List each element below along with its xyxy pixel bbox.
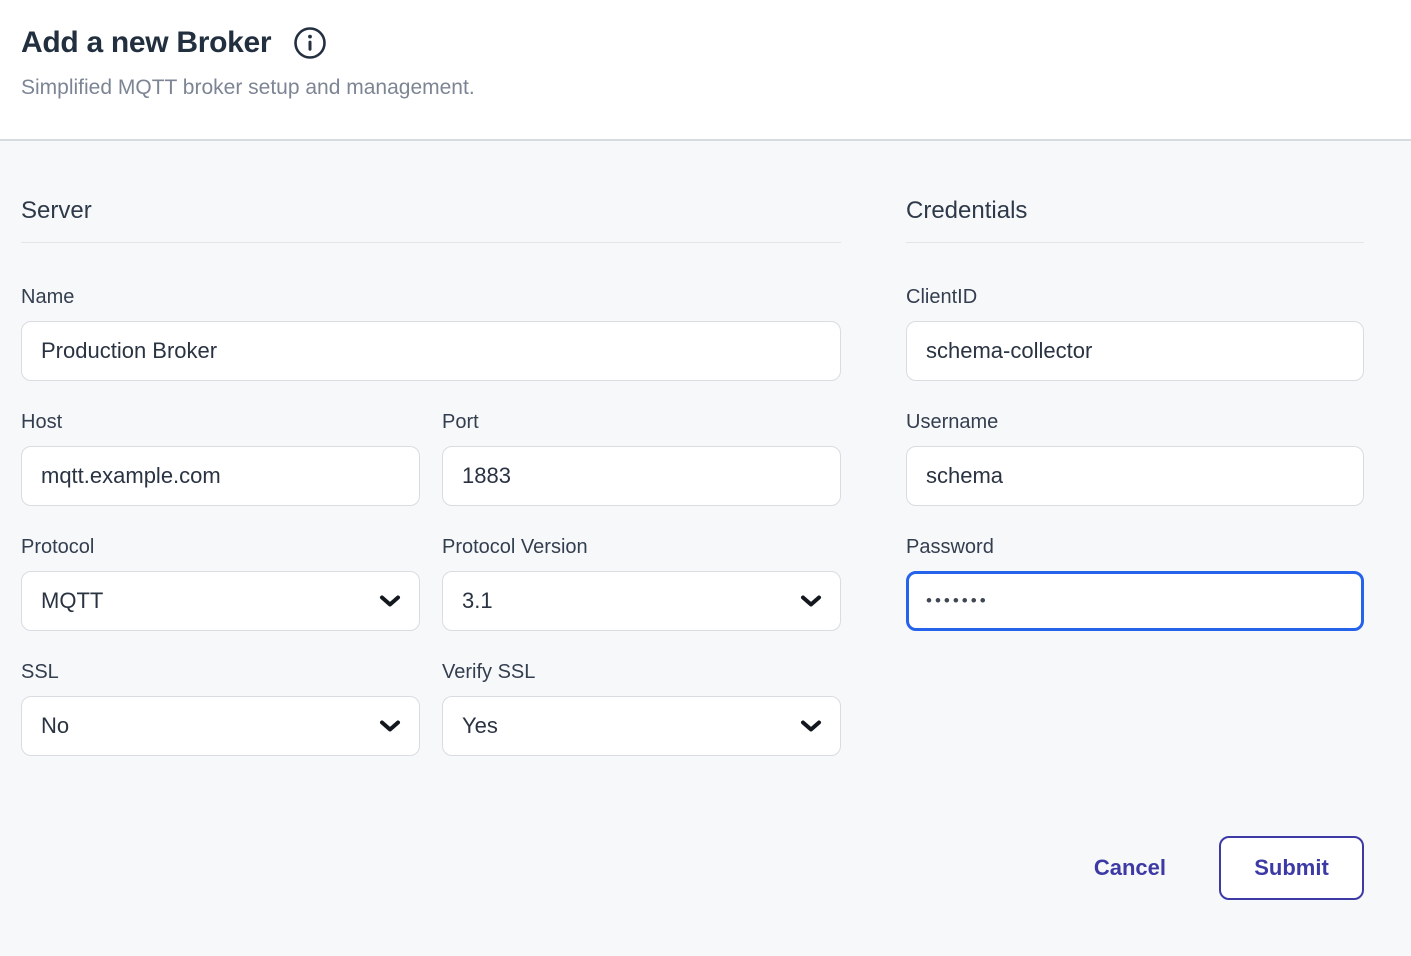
chevron-down-icon: [800, 594, 822, 608]
verify-ssl-select[interactable]: Yes: [442, 696, 841, 756]
protocol-version-select[interactable]: 3.1: [442, 571, 841, 631]
form-actions: Cancel Submit: [906, 836, 1364, 956]
protocol-version-field-group: Protocol Version 3.1: [442, 535, 841, 631]
credentials-section-heading: Credentials: [906, 197, 1364, 226]
password-label: Password: [906, 535, 1364, 559]
name-label: Name: [21, 285, 841, 309]
client-id-field-group: ClientID: [906, 285, 1364, 381]
verify-ssl-label: Verify SSL: [442, 660, 841, 684]
protocol-selected-value: MQTT: [41, 588, 103, 614]
username-label: Username: [906, 410, 1364, 434]
port-label: Port: [442, 410, 841, 434]
info-circle-icon[interactable]: [293, 26, 327, 60]
credentials-section: Credentials ClientID Username Password C…: [906, 197, 1364, 956]
server-section-divider: [21, 242, 841, 243]
protocol-select[interactable]: MQTT: [21, 571, 420, 631]
ssl-select[interactable]: No: [21, 696, 420, 756]
host-label: Host: [21, 410, 420, 434]
page-subtitle: Simplified MQTT broker setup and managem…: [21, 76, 1390, 100]
name-input[interactable]: [21, 321, 841, 381]
username-field-group: Username: [906, 410, 1364, 506]
protocol-version-label: Protocol Version: [442, 535, 841, 559]
server-section-heading: Server: [21, 197, 841, 226]
ssl-selected-value: No: [41, 713, 69, 739]
password-field-group: Password: [906, 535, 1364, 631]
ssl-field-group: SSL No: [21, 660, 420, 756]
username-input[interactable]: [906, 446, 1364, 506]
chevron-down-icon: [800, 719, 822, 733]
cancel-button[interactable]: Cancel: [1094, 855, 1166, 881]
host-input[interactable]: [21, 446, 420, 506]
protocol-field-group: Protocol MQTT: [21, 535, 420, 631]
chevron-down-icon: [379, 719, 401, 733]
host-field-group: Host: [21, 410, 420, 506]
client-id-input[interactable]: [906, 321, 1364, 381]
broker-form: Server Name Host Port Protocol MQTT: [0, 141, 1411, 956]
name-field-group: Name: [21, 285, 841, 381]
port-input[interactable]: [442, 446, 841, 506]
page-title: Add a new Broker: [21, 26, 271, 60]
page-header: Add a new Broker Simplified MQTT broker …: [0, 0, 1411, 141]
port-field-group: Port: [442, 410, 841, 506]
submit-button[interactable]: Submit: [1219, 836, 1364, 900]
ssl-label: SSL: [21, 660, 420, 684]
verify-ssl-selected-value: Yes: [462, 713, 498, 739]
verify-ssl-field-group: Verify SSL Yes: [442, 660, 841, 756]
password-input[interactable]: [906, 571, 1364, 631]
server-section: Server Name Host Port Protocol MQTT: [21, 197, 841, 785]
protocol-version-selected-value: 3.1: [462, 588, 493, 614]
credentials-section-divider: [906, 242, 1364, 243]
client-id-label: ClientID: [906, 285, 1364, 309]
chevron-down-icon: [379, 594, 401, 608]
protocol-label: Protocol: [21, 535, 420, 559]
